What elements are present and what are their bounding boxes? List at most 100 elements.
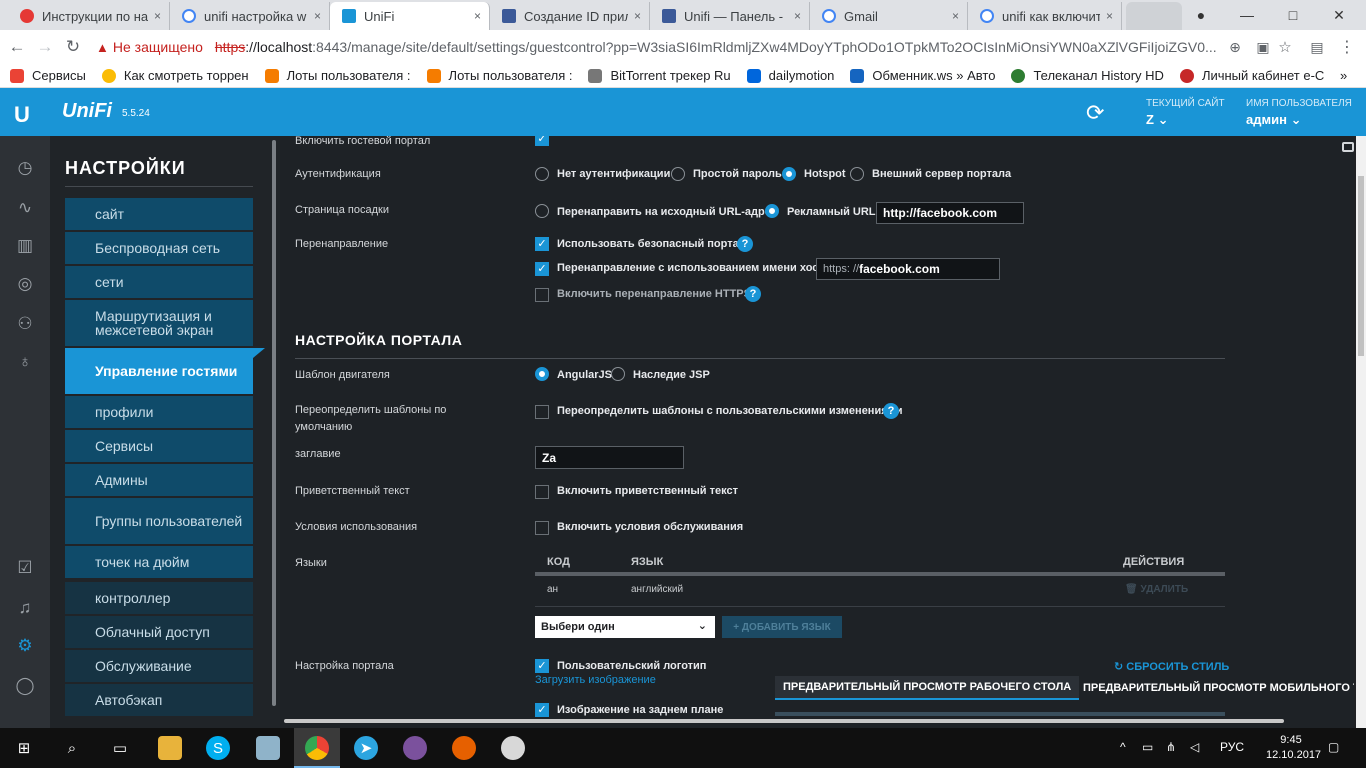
landing-original-radio[interactable] <box>535 204 549 218</box>
close-window-button[interactable]: ✕ <box>1316 0 1362 30</box>
tab-unifi-setup[interactable]: unifi настройка w × <box>170 2 330 30</box>
reset-style-button[interactable]: ↻ СБРОСИТЬ СТИЛЬ <box>1114 660 1229 673</box>
close-tab-icon[interactable]: × <box>474 9 481 23</box>
auth-password-radio[interactable] <box>671 167 685 181</box>
file-explorer-icon[interactable] <box>158 736 182 760</box>
bookmark-bittorrent[interactable]: BitTorrent трекер Ru <box>588 68 731 83</box>
menu-item-guest-control[interactable]: Управление гостями <box>65 348 253 394</box>
tab-unifi-enable[interactable]: unifi как включит × <box>968 2 1122 30</box>
close-tab-icon[interactable]: × <box>1106 9 1113 23</box>
tab-instructions[interactable]: Инструкции по на × <box>8 2 170 30</box>
minimize-button[interactable]: — <box>1224 0 1270 30</box>
menu-item-networks[interactable]: сети <box>65 266 253 298</box>
forward-icon[interactable]: → <box>34 36 56 58</box>
close-tab-icon[interactable]: × <box>314 9 321 23</box>
horizontal-scrollbar-thumb[interactable] <box>284 719 1284 723</box>
tab-create-app-id[interactable]: Создание ID прил × <box>490 2 650 30</box>
background-image-checkbox[interactable]: ✓ <box>535 703 549 717</box>
help-icon[interactable]: ? <box>737 236 753 252</box>
delete-language-button[interactable]: 🗑 УДАЛИТЬ <box>1125 584 1188 595</box>
terms-checkbox[interactable] <box>535 521 549 535</box>
show-hidden-icons[interactable]: ^ <box>1120 740 1126 754</box>
page-scrollbar[interactable] <box>1356 136 1366 728</box>
bookmark-cabinet[interactable]: Личный кабинет е-С <box>1179 68 1324 83</box>
auth-none-radio[interactable] <box>535 167 549 181</box>
refresh-icon[interactable]: ⟳ <box>1086 100 1104 126</box>
add-language-button[interactable]: + ДОБАВИТЬ ЯЗЫК <box>722 616 842 638</box>
auth-external-radio[interactable] <box>850 167 864 181</box>
tab-unifi[interactable]: UniFi × <box>330 2 490 30</box>
firefox-icon[interactable] <box>452 736 476 760</box>
horizontal-scrollbar[interactable] <box>280 718 1290 724</box>
bookmark-lots-2[interactable]: Лоты пользователя : <box>426 68 572 83</box>
devices-icon[interactable]: ◎ <box>13 272 37 296</box>
menu-item-site[interactable]: сайт <box>65 198 253 230</box>
engine-angular-radio[interactable] <box>535 367 549 381</box>
menu-icon[interactable]: ⋮ <box>1336 36 1358 58</box>
windows-start-icon[interactable]: ⊞ <box>12 736 36 760</box>
menu-item-auto-backup[interactable]: Автобэкап <box>65 684 253 716</box>
bookmark-history-tv[interactable]: Телеканал History HD <box>1011 68 1164 83</box>
help-icon[interactable]: ? <box>745 286 761 302</box>
custom-logo-checkbox[interactable]: ✓ <box>535 659 549 673</box>
clients-icon[interactable]: ⚇ <box>13 312 37 336</box>
bookmark-lots-1[interactable]: Лоты пользователя : <box>264 68 411 83</box>
chat-icon[interactable]: ◯ <box>13 674 37 698</box>
hostname-redirect-checkbox[interactable]: ✓ <box>535 262 549 276</box>
bookmark-dailymotion[interactable]: dailymotion <box>746 68 834 83</box>
menu-item-services[interactable]: Сервисы <box>65 430 253 462</box>
ubiquiti-logo-icon[interactable]: U <box>14 102 30 128</box>
close-tab-icon[interactable]: × <box>952 9 959 23</box>
viber-icon[interactable] <box>403 736 427 760</box>
maximize-button[interactable]: □ <box>1270 0 1316 30</box>
auth-hotspot-radio[interactable] <box>782 167 796 181</box>
menu-item-user-groups[interactable]: Группы пользователей <box>65 498 253 544</box>
hostname-input[interactable]: https: //facebook.com <box>816 258 1000 280</box>
notifications-icon[interactable]: ▢ <box>1328 740 1339 754</box>
battery-icon[interactable]: ▭ <box>1142 740 1153 754</box>
insights-icon[interactable]: ♁ <box>13 350 37 374</box>
menu-item-maintenance[interactable]: Обслуживание <box>65 650 253 682</box>
chrome-icon[interactable] <box>305 736 329 760</box>
username-select[interactable]: админ ⌄ <box>1246 112 1301 128</box>
extension-icon[interactable]: ▤ <box>1306 36 1328 58</box>
language-select[interactable]: Выбери один ⌄ <box>535 616 715 638</box>
tab-unifi-panel[interactable]: Unifi — Панель - × <box>650 2 810 30</box>
menu-item-admins[interactable]: Админы <box>65 464 253 496</box>
reload-icon[interactable]: ↻ <box>62 36 84 58</box>
menu-item-routing[interactable]: Маршрутизация и межсетевой экран <box>65 300 253 346</box>
dashboard-icon[interactable]: ◷ <box>13 156 37 180</box>
menu-scrollbar[interactable] <box>272 140 276 706</box>
translate-icon[interactable]: ▣ <box>1252 36 1274 58</box>
language-indicator[interactable]: РУС <box>1220 740 1244 754</box>
new-tab-button[interactable] <box>1126 2 1182 30</box>
bookmark-star-icon[interactable]: ☆ <box>1274 36 1296 58</box>
bookmark-torrent[interactable]: Как смотреть торрен <box>101 68 249 83</box>
alerts-icon[interactable]: ♫ <box>13 596 37 620</box>
upload-image-link[interactable]: Загрузить изображение <box>535 674 656 686</box>
enable-portal-checkbox[interactable]: ✓ <box>535 136 549 146</box>
profile-icon[interactable]: ● <box>1178 0 1224 30</box>
skype-icon[interactable]: S <box>206 736 230 760</box>
address-bar[interactable]: ▲ Не защищено https ://localhost:8443/ma… <box>90 34 1220 60</box>
volume-icon[interactable]: ◁ <box>1190 740 1199 754</box>
app-icon[interactable] <box>501 736 525 760</box>
settings-icon[interactable]: ⚙ <box>13 634 37 658</box>
search-icon[interactable]: ⌕ <box>60 736 84 760</box>
menu-item-cloud-access[interactable]: Облачный доступ <box>65 616 253 648</box>
back-icon[interactable]: ← <box>6 36 28 58</box>
secure-portal-checkbox[interactable]: ✓ <box>535 237 549 251</box>
events-icon[interactable]: ☑ <box>13 556 37 580</box>
task-view-icon[interactable]: ▭ <box>108 736 132 760</box>
bookmark-exchanger[interactable]: Обменник.ws » Авто <box>850 68 995 83</box>
notes-icon[interactable] <box>256 736 280 760</box>
tab-gmail[interactable]: Gmail × <box>810 2 968 30</box>
engine-jsp-radio[interactable] <box>611 367 625 381</box>
bookmark-services[interactable]: Сервисы <box>10 68 86 83</box>
clock[interactable]: 9:45 12.10.2017 <box>1266 733 1321 763</box>
menu-item-profiles[interactable]: профили <box>65 396 253 428</box>
landing-promo-radio[interactable] <box>765 204 779 218</box>
promo-url-input[interactable]: http://facebook.com <box>876 202 1024 224</box>
override-checkbox[interactable] <box>535 405 549 419</box>
bookmarks-more[interactable]: » <box>1340 68 1347 83</box>
